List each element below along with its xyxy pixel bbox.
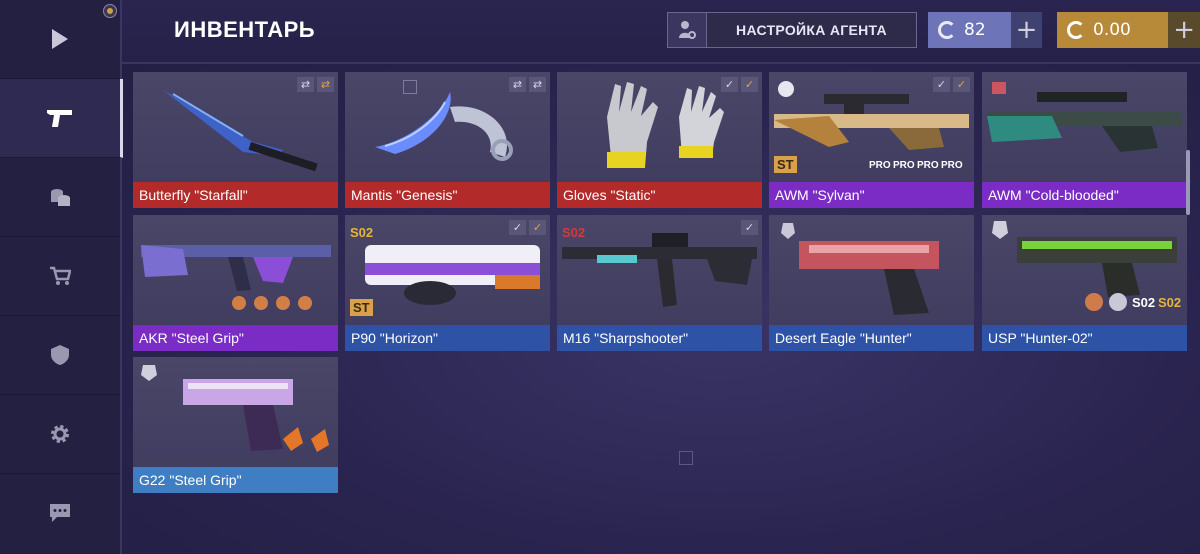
shuffle-icon: ⇄: [529, 77, 546, 92]
season-badge: S02: [350, 225, 374, 240]
shuffle-icon: ⇄: [297, 77, 314, 92]
item-name: USP "Hunter-02": [982, 325, 1187, 351]
item-name: Desert Eagle "Hunter": [769, 325, 974, 351]
gear-icon: [51, 425, 69, 443]
check-icon: ✓: [933, 77, 950, 92]
item-flags: ✓: [741, 220, 758, 235]
sidebar-item-play[interactable]: [0, 0, 120, 79]
item-name: Mantis "Genesis": [345, 182, 550, 208]
pro-sticker: PRO: [941, 160, 963, 171]
pistol-icon: [47, 110, 72, 127]
season-badge: S02: [562, 225, 586, 240]
inventory-item[interactable]: AWM "Cold-blooded": [982, 72, 1187, 208]
silver-value-box: 82: [928, 12, 1011, 48]
inventory-item[interactable]: ✓ ✓ S02 ST P90 "Horizon": [345, 215, 550, 351]
item-flags: ✓ ✓: [509, 220, 546, 235]
page-title: ИНВЕНТАРЬ: [174, 17, 316, 42]
shuffle-active-icon: ⇄: [317, 77, 334, 92]
item-name: AWM "Sylvan": [769, 182, 974, 208]
stattrack-badge: ST: [350, 299, 373, 316]
gold-amount: 0.00: [1093, 20, 1131, 40]
sidebar-item-market[interactable]: [0, 158, 120, 237]
check-active-icon: ✓: [529, 220, 546, 235]
add-gold-button[interactable]: +: [1168, 12, 1200, 48]
pistol-image: [992, 221, 1177, 311]
rifle-image: [562, 233, 757, 307]
gold-currency: 0.00 +: [1057, 12, 1200, 48]
inventory-item[interactable]: AKR "Steel Grip": [133, 215, 338, 351]
check-icon: ✓: [509, 220, 526, 235]
season-sticker: S02: [1132, 295, 1156, 310]
check-active-icon: ✓: [741, 77, 758, 92]
gold-value-box: 0.00: [1057, 12, 1169, 48]
inventory-item[interactable]: S02 S02 USP "Hunter-02": [982, 215, 1187, 351]
pro-sticker: PRO: [869, 160, 891, 171]
agent-settings-button[interactable]: НАСТРОЙКА АГЕНТА: [667, 12, 917, 48]
inventory-item[interactable]: ✓ ✓ ST PRO PRO PRO PRO AWM "Sylvan": [769, 72, 974, 208]
scrollbar-thumb[interactable]: [1186, 150, 1190, 215]
inventory-item[interactable]: ✓ ✓ Gloves "Static": [557, 72, 762, 208]
shuffle-icon: ⇄: [509, 77, 526, 92]
top-bar: ИНВЕНТАРЬ НАСТРОЙКА АГЕНТА 82 + 0.00 +: [122, 0, 1200, 64]
sniper-rifle-image: [987, 82, 1182, 152]
season-sticker: S02: [1158, 295, 1182, 310]
check-active-icon: ✓: [953, 77, 970, 92]
sidebar-item-shop[interactable]: [0, 237, 120, 316]
cart-icon: [50, 266, 71, 285]
stattrack-badge: ST: [774, 156, 797, 173]
sidebar-item-settings[interactable]: [0, 395, 120, 474]
inventory-item[interactable]: Desert Eagle "Hunter": [769, 215, 974, 351]
silver-coin-icon: [938, 21, 956, 39]
inventory-item[interactable]: ⇄ ⇄ Mantis "Genesis": [345, 72, 550, 208]
item-name: Gloves "Static": [557, 182, 762, 208]
inventory-item[interactable]: ⇄ ⇄ Butterfly "Starfall": [133, 72, 338, 208]
item-flags: ✓ ✓: [933, 77, 970, 92]
check-icon: ✓: [721, 77, 738, 92]
pro-sticker: PRO: [917, 160, 939, 171]
silver-amount: 82: [964, 20, 986, 40]
inventory-item[interactable]: G22 "Steel Grip": [133, 357, 338, 493]
item-name: P90 "Horizon": [345, 325, 550, 351]
check-icon: ✓: [741, 220, 758, 235]
gold-coin-icon: [1067, 21, 1085, 39]
play-icon: [52, 29, 68, 49]
agent-icon: [668, 13, 707, 47]
item-name: M16 "Sharpshooter": [557, 325, 762, 351]
item-flags: ⇄ ⇄: [297, 77, 334, 92]
agent-settings-label: НАСТРОЙКА АГЕНТА: [736, 22, 887, 38]
item-name: G22 "Steel Grip": [133, 467, 338, 493]
rifle-image: [141, 245, 331, 310]
pistol-image: [781, 223, 939, 315]
item-flags: ⇄ ⇄: [509, 77, 546, 92]
item-name: Butterfly "Starfall": [133, 182, 338, 208]
sidebar-item-clan[interactable]: [0, 316, 120, 395]
item-name: AWM "Cold-blooded": [982, 182, 1187, 208]
sidebar: [0, 0, 123, 554]
empty-slot-marker: [679, 451, 693, 465]
item-name: AKR "Steel Grip": [133, 325, 338, 351]
chat-icon: [50, 504, 70, 522]
sidebar-item-inventory[interactable]: [0, 79, 123, 158]
inventory-item[interactable]: ✓ S02 M16 "Sharpshooter": [557, 215, 762, 351]
coins-icon: [51, 189, 70, 206]
silver-currency: 82 +: [928, 12, 1042, 48]
add-silver-button[interactable]: +: [1010, 12, 1042, 48]
sidebar-item-chat[interactable]: [0, 474, 120, 552]
shield-icon: [51, 345, 69, 365]
pro-sticker: PRO: [893, 160, 915, 171]
pistol-image: [141, 365, 329, 452]
item-flags: ✓ ✓: [721, 77, 758, 92]
